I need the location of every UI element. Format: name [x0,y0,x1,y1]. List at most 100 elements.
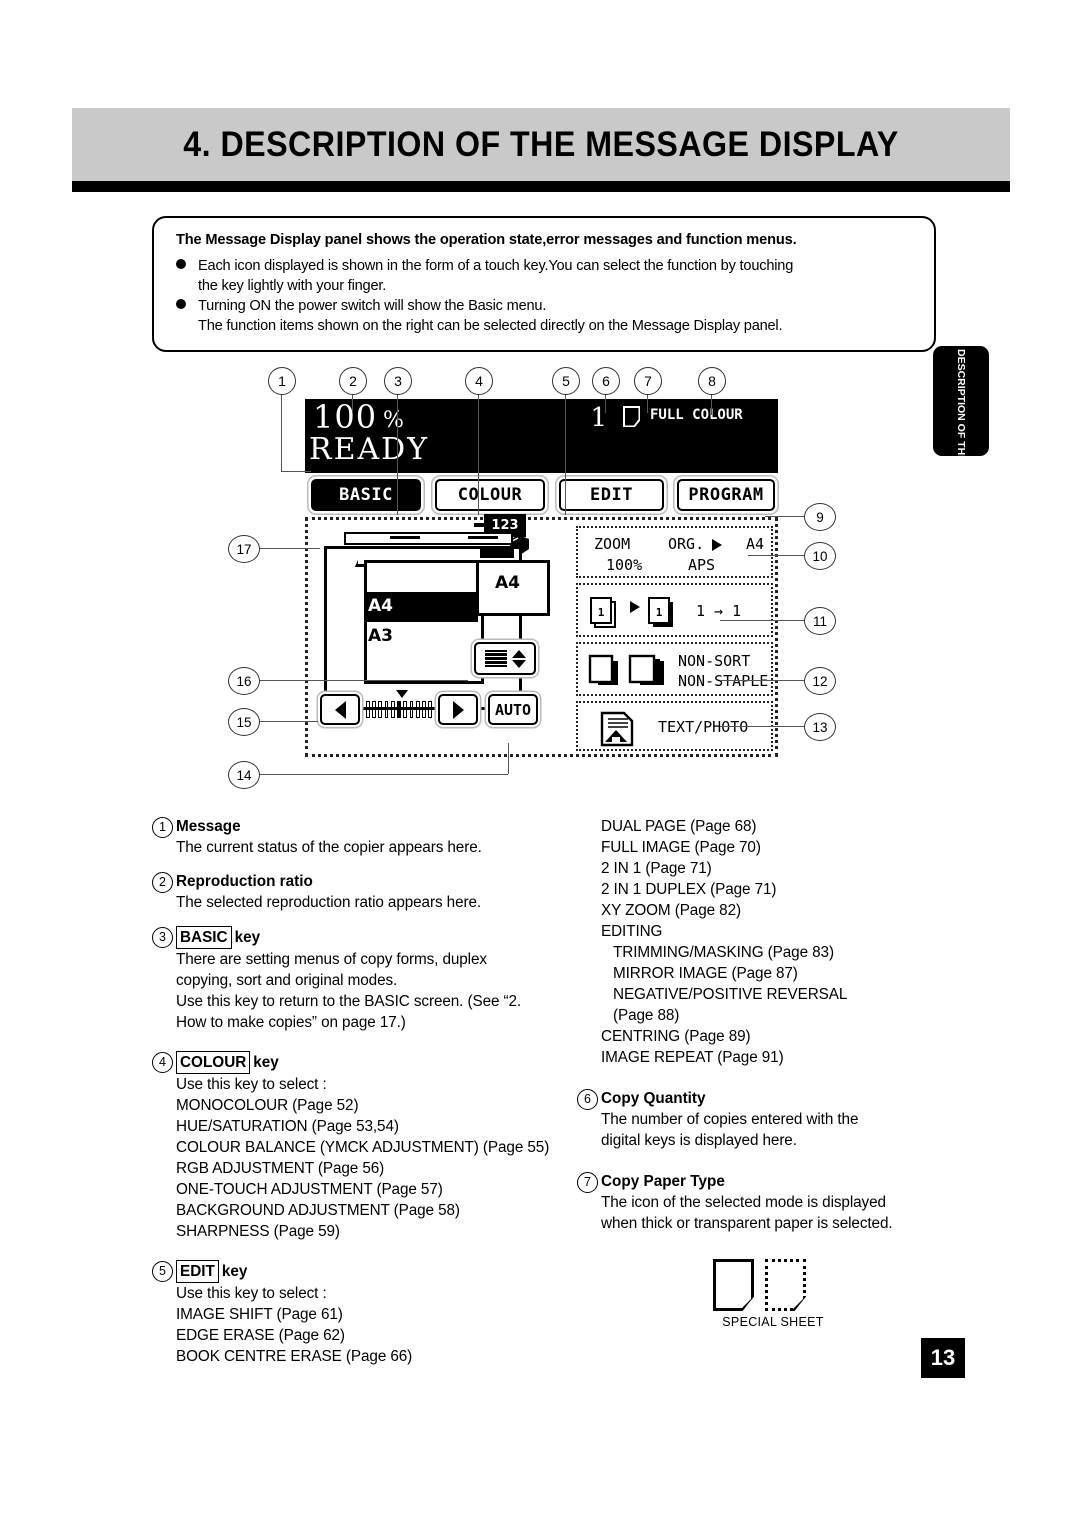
right-arrow-icon [630,601,640,613]
lead-8 [711,393,713,415]
callout-11: 11 [804,607,836,635]
text-photo-icon [600,711,634,747]
intro-bullet-1-line-1: Each icon displayed is shown in the form… [198,258,794,274]
lead-3 [397,393,399,515]
intro-bullet-2-line-2: The function items shown on the right ca… [198,318,783,334]
density-scale [366,698,433,720]
density-darker-button[interactable] [438,694,478,725]
lcd-status-bar: 100 % READY 1 FULL COLOUR [305,399,778,473]
bullet-dot-icon [176,259,186,269]
item-3-line-4: How to make copies” on page 17.) [176,1014,406,1031]
tab-basic[interactable]: BASIC [311,479,421,511]
edit-cont-line-5: XY ZOOM (Page 82) [601,902,741,919]
lead-16 [258,680,468,682]
lead-11 [720,620,807,622]
drawer-stack[interactable] [364,560,484,684]
special-sheet-figure: SPECIAL SHEET [703,1259,843,1339]
edit-cont-line-6: EDITING [601,923,663,940]
zoom-ratio-value: 100% [606,556,643,574]
item-4-line-2: MONOCOLOUR (Page 52) [176,1097,359,1114]
half-left-icon [334,700,346,719]
half-right-icon [452,700,464,719]
callout-1: 1 [268,367,296,395]
item-4-key-suffix: key [253,1054,279,1071]
editing-sub-line-2: MIRROR IMAGE (Page 87) [613,965,798,982]
item-4-line-6: ONE-TOUCH ADJUSTMENT (Page 57) [176,1181,443,1198]
lcd-message-text: READY [309,432,430,467]
callout-17: 17 [228,535,260,563]
callout-14: 14 [228,761,260,789]
item-3-line-3: Use this key to return to the BASIC scre… [176,993,522,1010]
callout-13: 13 [804,713,836,741]
lead-5 [565,393,567,515]
item-7: 7 Copy Paper Type The icon of the select… [577,1171,991,1234]
callout-8: 8 [698,367,726,395]
lead-15 [258,721,318,723]
edit-cont-line-2: FULL IMAGE (Page 70) [601,839,761,856]
tab-program[interactable]: PROGRAM [677,479,775,511]
edit-cont-tail-2: IMAGE REPEAT (Page 91) [601,1049,784,1066]
drawer-select-button[interactable] [474,642,536,675]
item-5-line-3: EDGE ERASE (Page 62) [176,1327,345,1344]
non-sort-icon [586,653,626,694]
updown-arrows-icon [511,649,526,668]
copier-lid [344,532,513,545]
duplex-key[interactable]: 1 1 1 → 1 [576,583,773,637]
item-4-number: 4 [152,1052,173,1073]
paper-type-icon [623,406,640,427]
item-5-line-1: Use this key to select : [176,1285,327,1302]
auto-density-button[interactable]: AUTO [488,694,538,725]
editing-sub-line-3: NEGATIVE/POSITIVE REVERSAL [613,986,848,1003]
finisher-key[interactable]: NON-SORT NON-STAPLE [576,642,773,696]
copier-illustration[interactable]: 123 A4 A3 A4 AUTO [316,514,566,751]
intro-bullet-2: Turning ON the power switch will show th… [176,296,928,336]
item-7-line-1: The icon of the selected mode is display… [601,1194,886,1211]
lcd-copy-quantity: 1 [590,403,607,433]
item-4-line-8: SHARPNESS (Page 59) [176,1223,340,1240]
description-column-left: 1 Message The current status of the copi… [152,816,576,1380]
lead-13 [720,726,807,728]
intro-box: The Message Display panel shows the oper… [152,216,936,352]
lead-1 [281,393,283,471]
lid-mark-right [468,536,498,539]
simplex-copy-icon: 1 [646,595,682,636]
colour-key-label: COLOUR [176,1051,251,1074]
callout-15: 15 [228,708,260,736]
item-4: 4 COLOUR key Use this key to select : MON… [152,1051,576,1242]
edit-key-label: EDIT [176,1260,219,1283]
dest-size-label: A4 [746,535,765,553]
callout-5: 5 [552,367,580,395]
lcd-panel[interactable]: 100 % READY 1 FULL COLOUR BASIC COLOUR E… [305,399,778,759]
callout-6: 6 [592,367,620,395]
lead-9 [765,516,807,518]
aps-label: APS [688,556,716,574]
bullet-dot-icon [176,299,186,309]
lid-mark-left [390,536,420,539]
non-staple-icon [626,653,672,694]
lcd-ratio-value: 100 [313,398,378,436]
edit-cont-line-3: 2 IN 1 (Page 71) [601,860,712,877]
right-arrow-icon [712,539,722,551]
zoom-paper-key[interactable]: ZOOM ORG. A4 100% APS [576,526,773,578]
density-lighter-button[interactable] [320,694,360,725]
callout-2: 2 [339,367,367,395]
item-3-line-1: There are setting menus of copy forms, d… [176,951,487,968]
simplex-original-icon: 1 [588,595,624,636]
page-title: 4. DESCRIPTION OF THE MESSAGE DISPLAY [183,125,899,164]
item-6-heading: Copy Quantity [601,1090,706,1107]
item-7-heading: Copy Paper Type [601,1173,725,1190]
item-2-heading: Reproduction ratio [176,873,313,890]
item-7-number: 7 [577,1172,598,1193]
item-5-line-4: BOOK CENTRE ERASE (Page 66) [176,1348,413,1365]
copier-feed-slot [480,549,514,558]
finisher-line-1: NON-SORT [678,652,751,670]
tab-colour[interactable]: COLOUR [435,479,545,511]
editing-sub-line-4: (Page 88) [613,1007,680,1024]
item-5-line-2: IMAGE SHIFT (Page 61) [176,1306,343,1323]
tab-edit[interactable]: EDIT [559,479,664,511]
lead-4 [478,393,480,515]
callout-4: 4 [465,367,493,395]
item-3-key-suffix: key [234,929,261,946]
item-2-line-1: The selected reproduction ratio appears … [176,894,482,911]
svg-text:1: 1 [598,606,605,619]
